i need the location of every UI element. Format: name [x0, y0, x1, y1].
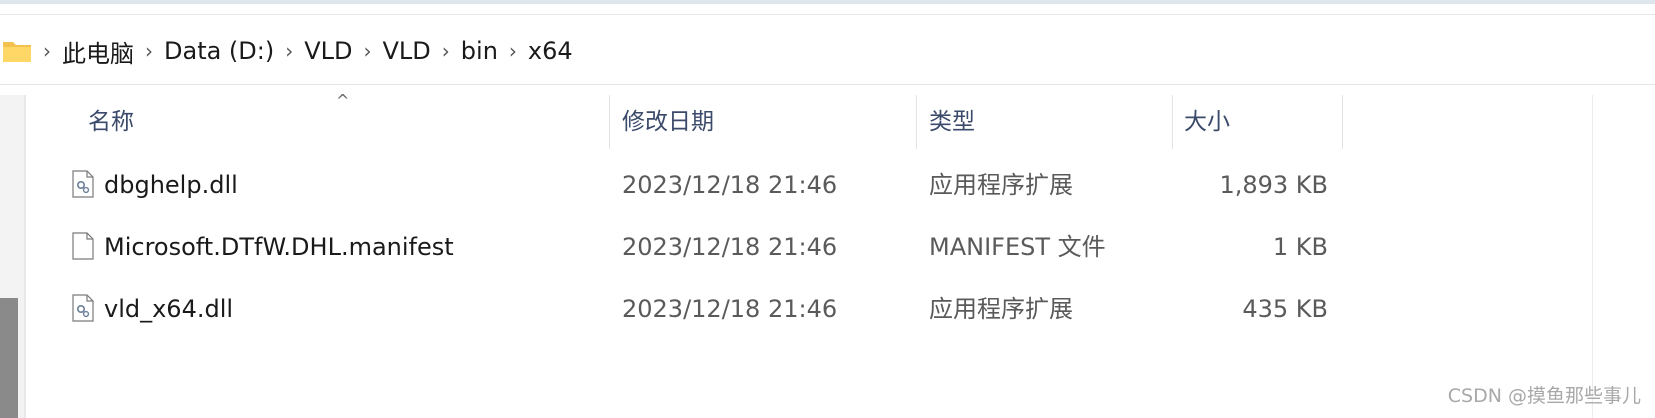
- file-row-manifest[interactable]: Microsoft.DTfW.DHL.manifest 2023/12/18 2…: [26, 216, 1426, 278]
- dll-file-icon: [72, 294, 94, 322]
- address-bar-divider: [0, 84, 1655, 85]
- breadcrumb-item-data-drive[interactable]: Data (D:): [164, 37, 274, 65]
- breadcrumb-item-bin[interactable]: bin: [461, 37, 498, 65]
- chevron-right-icon[interactable]: ›: [134, 39, 164, 63]
- file-type: 应用程序扩展: [929, 295, 1073, 323]
- file-modified: 2023/12/18 21:46: [622, 233, 838, 261]
- chevron-right-icon[interactable]: ›: [431, 39, 461, 63]
- file-name[interactable]: vld_x64.dll: [104, 278, 233, 340]
- file-row-vld-x64[interactable]: vld_x64.dll 2023/12/18 21:46 应用程序扩展 435 …: [26, 278, 1426, 340]
- file-explorer-window: › 此电脑 › Data (D:) › VLD › VLD › bin › x6…: [0, 0, 1655, 418]
- breadcrumb-item-vld-sub[interactable]: VLD: [383, 37, 431, 65]
- file-row-dbghelp[interactable]: dbghelp.dll 2023/12/18 21:46 应用程序扩展 1,89…: [26, 154, 1426, 216]
- file-type: 应用程序扩展: [929, 171, 1073, 199]
- column-divider[interactable]: [1172, 95, 1173, 149]
- file-modified: 2023/12/18 21:46: [622, 171, 838, 199]
- breadcrumb-item-this-pc[interactable]: 此电脑: [62, 34, 134, 69]
- content-right-edge: [1592, 95, 1593, 418]
- column-header-type[interactable]: 类型: [929, 95, 975, 149]
- window-top-edge: [0, 0, 1655, 4]
- chevron-right-icon[interactable]: ›: [32, 39, 62, 63]
- file-size: 435 KB: [1242, 295, 1328, 323]
- toolbar-divider: [0, 14, 1655, 15]
- navigation-scrollbar[interactable]: [0, 298, 18, 418]
- column-divider[interactable]: [916, 95, 917, 149]
- file-name[interactable]: Microsoft.DTfW.DHL.manifest: [104, 216, 454, 278]
- chevron-right-icon[interactable]: ›: [353, 39, 383, 63]
- file-name[interactable]: dbghelp.dll: [104, 154, 238, 216]
- folder-icon: [3, 42, 31, 62]
- column-header-size[interactable]: 大小: [1184, 95, 1230, 149]
- file-type: MANIFEST 文件: [929, 233, 1106, 261]
- breadcrumb[interactable]: › 此电脑 › Data (D:) › VLD › VLD › bin › x6…: [0, 20, 1655, 82]
- column-header-name[interactable]: 名称: [88, 95, 134, 149]
- column-header-modified[interactable]: 修改日期: [622, 95, 714, 149]
- file-size: 1 KB: [1272, 233, 1328, 261]
- sort-ascending-icon: ^: [336, 91, 350, 110]
- breadcrumb-item-x64[interactable]: x64: [528, 37, 573, 65]
- column-divider[interactable]: [1342, 95, 1343, 149]
- column-header-row: 名称 ^ 修改日期 类型 大小: [26, 91, 1426, 149]
- watermark: CSDN @摸鱼那些事儿: [1447, 385, 1641, 407]
- file-size: 1,893 KB: [1219, 171, 1328, 199]
- chevron-right-icon[interactable]: ›: [498, 39, 528, 63]
- dll-file-icon: [72, 170, 94, 198]
- column-divider[interactable]: [609, 95, 610, 149]
- file-modified: 2023/12/18 21:46: [622, 295, 838, 323]
- blank-file-icon: [72, 232, 94, 260]
- chevron-right-icon[interactable]: ›: [274, 39, 304, 63]
- breadcrumb-item-vld[interactable]: VLD: [304, 37, 352, 65]
